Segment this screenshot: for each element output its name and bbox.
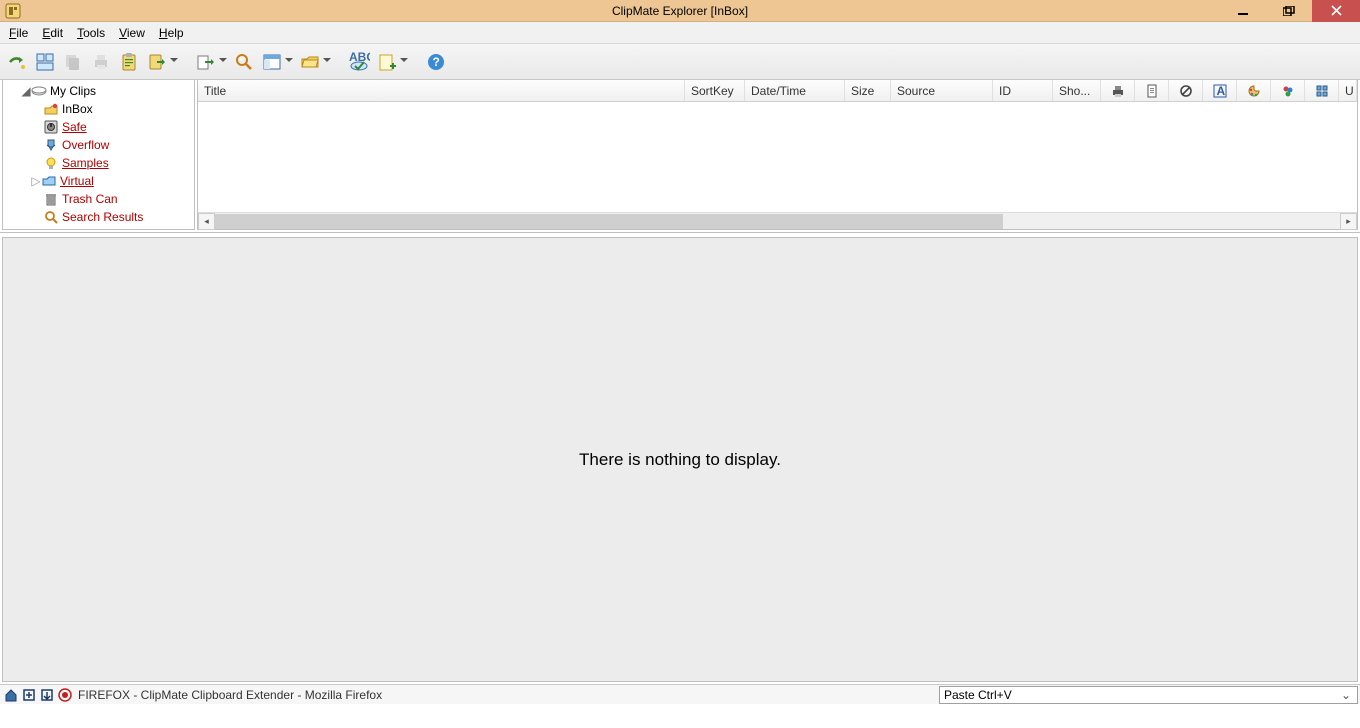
- column-header-id[interactable]: ID: [993, 80, 1053, 101]
- status-combo-label: Paste Ctrl+V: [944, 688, 1012, 702]
- clips-icon: [31, 83, 47, 99]
- status-paste-combo[interactable]: Paste Ctrl+V ⌄: [939, 686, 1358, 704]
- column-header-sortkey[interactable]: SortKey: [685, 80, 745, 101]
- menu-edit[interactable]: Edit: [35, 24, 70, 42]
- window-title: ClipMate Explorer [InBox]: [612, 4, 748, 18]
- minimize-button[interactable]: [1220, 0, 1266, 22]
- column-header-text-a[interactable]: A: [1203, 80, 1237, 101]
- menu-help[interactable]: Help: [152, 24, 191, 42]
- trash-icon: [43, 191, 59, 207]
- search-icon: [43, 209, 59, 225]
- maximize-button[interactable]: [1266, 0, 1312, 22]
- column-header-printer[interactable]: [1101, 80, 1135, 101]
- column-header-document[interactable]: [1135, 80, 1169, 101]
- toolbar-newclip-button[interactable]: [374, 49, 400, 75]
- toolbar-clipboard-button[interactable]: [116, 49, 142, 75]
- list-pane: TitleSortKeyDate/TimeSizeSourceIDSho... A…: [197, 80, 1358, 230]
- toolbar: ABC ?: [0, 44, 1360, 80]
- tree-item-safe[interactable]: Safe: [3, 118, 194, 136]
- tree-item-search-results[interactable]: Search Results: [3, 208, 194, 226]
- printer-icon: [1111, 84, 1125, 98]
- toolbar-help-button[interactable]: ?: [423, 49, 449, 75]
- app-icon: [4, 2, 22, 20]
- tree-item-virtual[interactable]: ▷ Virtual: [3, 172, 194, 190]
- tree-item-inbox[interactable]: InBox: [3, 100, 194, 118]
- tree-item-label: Virtual: [60, 174, 94, 188]
- window-controls: [1220, 0, 1360, 22]
- toolbar-layout-button[interactable]: [259, 49, 285, 75]
- folder-icon: [41, 173, 57, 189]
- list-body[interactable]: [198, 102, 1357, 212]
- column-header-sho[interactable]: Sho...: [1053, 80, 1101, 101]
- blobs-icon: [1281, 84, 1295, 98]
- expand-icon[interactable]: ▷: [31, 174, 41, 188]
- column-header-size[interactable]: Size: [845, 80, 891, 101]
- status-save-icon[interactable]: [38, 686, 56, 704]
- tree-root[interactable]: ◢ My Clips: [3, 82, 194, 100]
- toolbar-find-button[interactable]: [231, 49, 257, 75]
- menu-tools[interactable]: Tools: [70, 24, 112, 42]
- toolbar-folder-button[interactable]: [297, 49, 323, 75]
- toolbar-copy-button[interactable]: [60, 49, 86, 75]
- status-record-icon[interactable]: [56, 686, 74, 704]
- scroll-track[interactable]: [215, 214, 1340, 229]
- column-header-blobs[interactable]: [1271, 80, 1305, 101]
- toolbar-paste-button[interactable]: [144, 49, 170, 75]
- tree-item-samples[interactable]: Samples: [3, 154, 194, 172]
- inbox-icon: [43, 101, 59, 117]
- scroll-thumb[interactable]: [215, 214, 1003, 229]
- document-icon: [1145, 84, 1159, 98]
- tree-item-label: InBox: [62, 102, 93, 116]
- menu-view[interactable]: View: [112, 24, 152, 42]
- horizontal-scrollbar[interactable]: ◂ ▸: [198, 212, 1357, 229]
- panes: ◢ My Clips InBox Safe Overflow Samples: [0, 80, 1360, 233]
- column-header-source[interactable]: Source: [891, 80, 993, 101]
- tree-item-label: Safe: [62, 120, 87, 134]
- chevron-down-icon[interactable]: ⌄: [1339, 688, 1353, 702]
- status-capture-icon[interactable]: [20, 686, 38, 704]
- list-header: TitleSortKeyDate/TimeSizeSourceIDSho... A…: [198, 80, 1357, 102]
- menu-bar: File Edit Tools View Help: [0, 22, 1360, 44]
- column-header-layout[interactable]: [1305, 80, 1339, 101]
- column-header-title[interactable]: Title: [198, 80, 685, 101]
- tree-root-label: My Clips: [50, 84, 96, 98]
- svg-text:A: A: [1216, 84, 1225, 98]
- tree-item-overflow[interactable]: Overflow: [3, 136, 194, 154]
- toolbar-export-button[interactable]: [193, 49, 219, 75]
- svg-text:?: ?: [433, 55, 440, 69]
- text-a-icon: A: [1213, 84, 1227, 98]
- toolbar-explorer-button[interactable]: [32, 49, 58, 75]
- bulb-icon: [43, 155, 59, 171]
- palette-icon: [1247, 84, 1261, 98]
- overflow-icon: [43, 137, 59, 153]
- layout-icon: [1315, 84, 1329, 98]
- close-button[interactable]: [1312, 0, 1360, 22]
- collapse-icon[interactable]: ◢: [21, 84, 31, 98]
- empty-message: There is nothing to display.: [579, 450, 781, 470]
- status-bar: FIREFOX - ClipMate Clipboard Extender - …: [0, 684, 1360, 704]
- column-header-u[interactable]: U: [1339, 80, 1357, 101]
- tree-item-label: Samples: [62, 156, 109, 170]
- title-bar: ClipMate Explorer [InBox]: [0, 0, 1360, 22]
- toolbar-capture-button[interactable]: [4, 49, 30, 75]
- strike-icon: [1179, 84, 1193, 98]
- tree-item-label: Search Results: [62, 210, 143, 224]
- column-header-strike[interactable]: [1169, 80, 1203, 101]
- column-header-datetime[interactable]: Date/Time: [745, 80, 845, 101]
- tree-item-trash[interactable]: Trash Can: [3, 190, 194, 208]
- tree-item-label: Overflow: [62, 138, 109, 152]
- scroll-left-button[interactable]: ◂: [198, 213, 215, 230]
- status-home-icon[interactable]: [2, 686, 20, 704]
- column-header-palette[interactable]: [1237, 80, 1271, 101]
- scroll-right-button[interactable]: ▸: [1340, 213, 1357, 230]
- preview-pane: There is nothing to display.: [2, 237, 1358, 682]
- menu-file[interactable]: File: [2, 24, 35, 42]
- safe-icon: [43, 119, 59, 135]
- toolbar-print-button[interactable]: [88, 49, 114, 75]
- tree-pane: ◢ My Clips InBox Safe Overflow Samples: [2, 80, 195, 230]
- toolbar-spellcheck-button[interactable]: ABC: [346, 49, 372, 75]
- tree-item-label: Trash Can: [62, 192, 118, 206]
- status-text: FIREFOX - ClipMate Clipboard Extender - …: [78, 688, 939, 702]
